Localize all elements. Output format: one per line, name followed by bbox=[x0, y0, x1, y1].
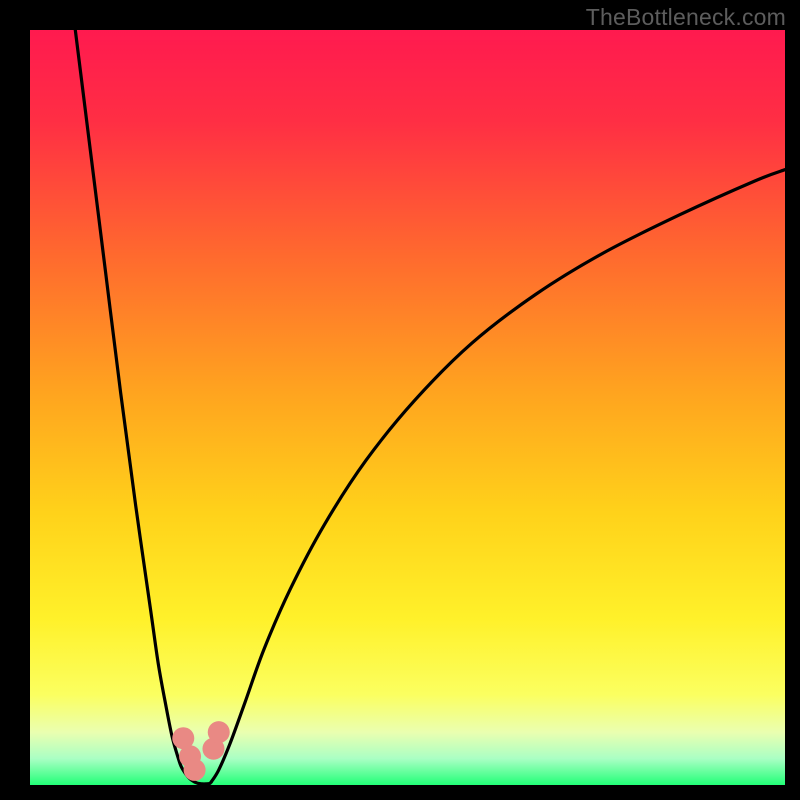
left-curve bbox=[75, 30, 194, 782]
valley-floor bbox=[195, 782, 212, 784]
markers-group bbox=[172, 721, 229, 781]
plot-area bbox=[30, 30, 785, 785]
right-curve bbox=[211, 170, 785, 782]
curves-layer bbox=[30, 30, 785, 785]
outer-frame: TheBottleneck.com bbox=[0, 0, 800, 800]
marker-dot bbox=[184, 759, 206, 781]
marker-dot bbox=[208, 721, 230, 743]
watermark-text: TheBottleneck.com bbox=[586, 4, 786, 31]
